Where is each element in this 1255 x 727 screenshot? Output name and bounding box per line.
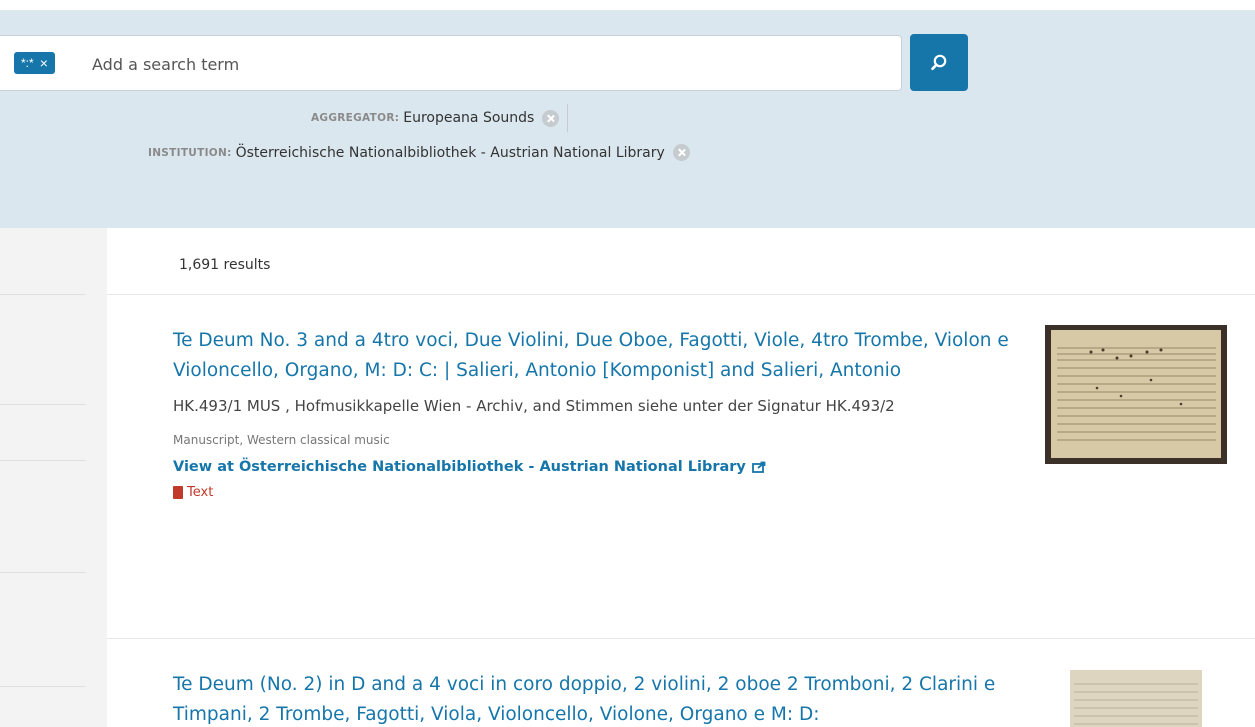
result-meta: Manuscript, Western classical music	[173, 433, 390, 447]
results-count: 1,691 results	[179, 257, 271, 273]
result-thumbnail[interactable]	[1045, 325, 1227, 464]
provider-link[interactable]: View at Österreichische Nationalbiblioth…	[173, 459, 1013, 475]
search-box[interactable]: *:* ×	[0, 35, 902, 91]
remove-filter-icon[interactable]	[672, 144, 690, 161]
result-title[interactable]: Te Deum (No. 2) in D and a 4 voci in cor…	[173, 670, 1013, 727]
provider-link-label: View at Österreichische Nationalbiblioth…	[173, 459, 746, 475]
facet-divider	[0, 404, 86, 405]
search-input[interactable]	[92, 52, 872, 76]
facet-divider	[0, 460, 86, 461]
external-link-icon	[751, 461, 766, 473]
manuscript-image	[1051, 330, 1221, 458]
results-divider	[107, 638, 1255, 639]
filter-separator	[567, 104, 569, 132]
result-item: Te Deum No. 3 and a 4tro voci, Due Violi…	[173, 326, 1013, 500]
filter-key: INSTITUTION:	[148, 146, 232, 159]
result-item: Te Deum (No. 2) in D and a 4 voci in cor…	[173, 670, 1013, 727]
filter-value: Österreichische Nationalbibliothek - Aus…	[235, 144, 665, 161]
query-chip-label: *:*	[21, 56, 34, 70]
facet-divider	[0, 686, 86, 687]
media-type-label: Text	[187, 485, 214, 500]
search-icon	[931, 54, 947, 70]
filter-key: AGGREGATOR:	[311, 112, 400, 124]
facet-divider	[0, 294, 86, 295]
result-description: HK.493/1 MUS , Hofmusikkapelle Wien - Ar…	[173, 397, 895, 415]
filter-aggregator: AGGREGATOR: Europeana Sounds	[311, 104, 569, 132]
manuscript-staves	[1057, 347, 1216, 441]
filter-institution: INSTITUTION: Österreichische Nationalbib…	[148, 144, 690, 161]
result-title[interactable]: Te Deum No. 3 and a 4tro voci, Due Violi…	[173, 326, 1013, 386]
search-button[interactable]	[910, 34, 968, 91]
filter-value: Europeana Sounds	[403, 110, 535, 126]
remove-filter-icon[interactable]	[542, 109, 560, 127]
facet-sidebar	[0, 228, 107, 727]
media-type: Text	[173, 485, 1013, 500]
book-icon	[173, 486, 183, 499]
results-divider	[107, 294, 1255, 295]
facet-divider	[0, 572, 86, 573]
query-chip[interactable]: *:* ×	[14, 52, 55, 74]
close-icon[interactable]: ×	[40, 52, 48, 74]
result-thumbnail[interactable]	[1070, 670, 1202, 727]
manuscript-image	[1074, 683, 1198, 725]
